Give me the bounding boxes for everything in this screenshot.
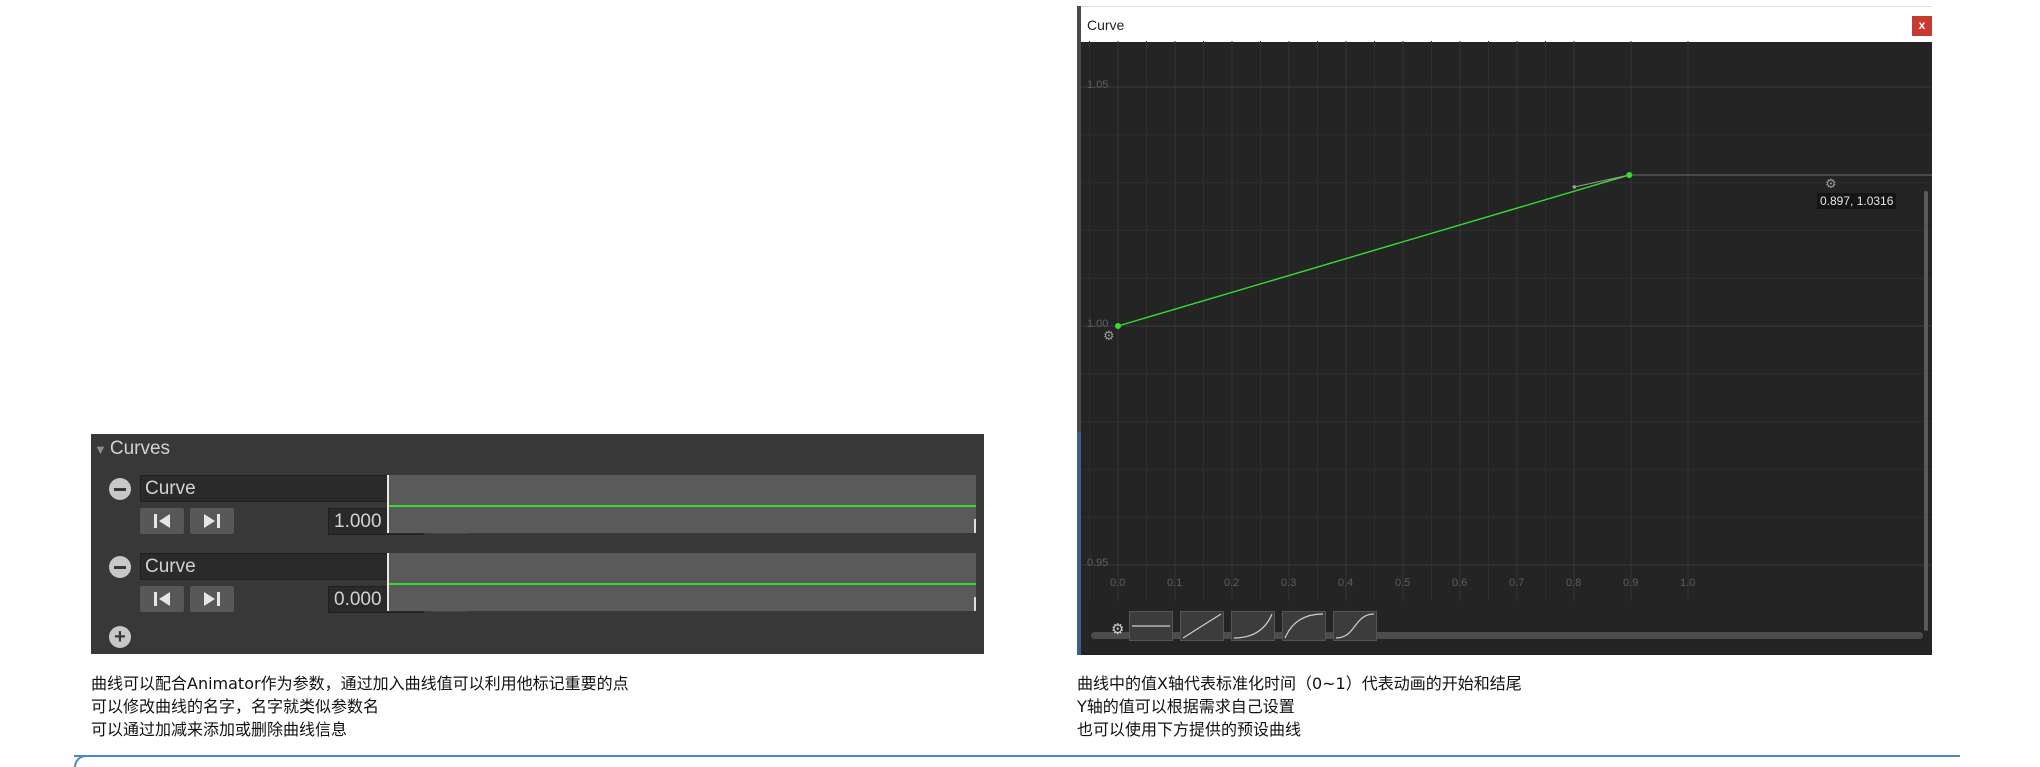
x-axis-tick-label: 0.3	[1281, 577, 1297, 589]
vertical-scrollbar[interactable]	[1924, 191, 1928, 631]
caption-line: 可以修改曲线的名字，名字就类似参数名	[91, 697, 380, 716]
curve-line	[1117, 174, 1630, 327]
right-caption: 曲线中的值X轴代表标准化时间（0~1）代表动画的开始和结尾 Y轴的值可以根据需求…	[1077, 672, 1522, 741]
curve-editor-window: Curve x 1.05 1.00 0.95 0.0 0.1 0.2 0.3 0.4 0.…	[1077, 6, 1932, 655]
next-key-icon	[204, 592, 220, 606]
caption-line: 也可以使用下方提供的预设曲线	[1077, 720, 1302, 739]
curve-preview-line	[389, 583, 976, 585]
x-axis-tick-label: 0.4	[1338, 577, 1354, 589]
x-axis-tick-label: 0.7	[1509, 577, 1525, 589]
y-axis-label: 0.95	[1087, 557, 1109, 569]
curve-entry: Curve 0.000	[91, 553, 984, 623]
curves-header-label: Curves	[109, 438, 171, 459]
y-axis-label: 1.05	[1087, 79, 1109, 91]
x-axis-tick-label: 0.5	[1395, 577, 1411, 589]
curve-preview-end-marker	[974, 597, 976, 611]
previous-key-icon	[154, 592, 170, 606]
curve-graph-svg[interactable]	[1081, 41, 1932, 601]
key-tangent-gear-icon[interactable]: ⚙	[1103, 328, 1119, 344]
key-value-tooltip: 0.897, 1.0316	[1817, 193, 1897, 209]
caption-line: 曲线可以配合Animator作为参数，通过加入曲线值可以利用他标记重要的点	[91, 674, 629, 693]
curve-entry: Curve 1.000	[91, 475, 984, 545]
window-title: Curve	[1087, 17, 1125, 33]
bottom-divider	[74, 755, 1960, 757]
curve-preview-field[interactable]	[387, 475, 976, 533]
x-axis-tick-label: 0.1	[1167, 577, 1183, 589]
preset-ease-in-out[interactable]	[1333, 611, 1377, 641]
window-titlebar[interactable]: Curve x	[1081, 6, 1932, 42]
previous-key-icon	[154, 514, 170, 528]
preset-ease-out[interactable]	[1282, 611, 1326, 641]
close-button[interactable]: x	[1912, 16, 1932, 36]
preset-curves-bar: ⚙	[1077, 611, 1932, 651]
x-axis-tick-label: 0.8	[1566, 577, 1582, 589]
caption-line: Y轴的值可以根据需求自己设置	[1077, 697, 1295, 716]
x-axis-tick-label: 0.9	[1623, 577, 1639, 589]
caption-line: 可以通过加减来添加或删除曲线信息	[91, 720, 348, 739]
curve-preview-end-marker	[974, 519, 976, 533]
preset-ease-in[interactable]	[1231, 611, 1275, 641]
remove-curve-button[interactable]	[109, 478, 131, 500]
preset-flat[interactable]	[1129, 611, 1173, 641]
next-key-button[interactable]	[190, 508, 234, 534]
tangent-handle-point	[1572, 185, 1577, 189]
curve-preview-line	[389, 505, 976, 507]
remove-curve-button[interactable]	[109, 556, 131, 578]
preset-settings-gear-icon[interactable]: ⚙	[1111, 620, 1124, 638]
preset-linear[interactable]	[1180, 611, 1224, 641]
add-curve-button[interactable]: +	[109, 626, 131, 648]
curve-preview-field[interactable]	[387, 553, 976, 611]
previous-key-button[interactable]	[140, 586, 184, 612]
x-axis-tick-label: 0.2	[1224, 577, 1240, 589]
curves-panel: ▼ Curves Curve 1.000 Curve 0.000 +	[91, 434, 984, 654]
tangent-handle-line	[1574, 174, 1630, 188]
next-key-button[interactable]	[190, 586, 234, 612]
x-axis-tick-label: 1.0	[1680, 577, 1696, 589]
x-axis-tick-label: 0.0	[1110, 577, 1126, 589]
caption-line: 曲线中的值X轴代表标准化时间（0~1）代表动画的开始和结尾	[1077, 674, 1522, 693]
foldout-triangle-icon[interactable]: ▼	[94, 442, 107, 457]
keyframe-point	[1626, 171, 1633, 178]
curve-graph-area[interactable]: 1.05 1.00 0.95 0.0 0.1 0.2 0.3 0.4 0.5 0.6 0.7 0…	[1081, 41, 1932, 639]
next-key-icon	[204, 514, 220, 528]
key-tangent-gear-icon[interactable]: ⚙	[1825, 176, 1841, 192]
previous-key-button[interactable]	[140, 508, 184, 534]
left-caption: 曲线可以配合Animator作为参数，通过加入曲线值可以利用他标记重要的点 可以…	[91, 672, 629, 741]
x-axis-tick-label: 0.6	[1452, 577, 1468, 589]
curves-foldout[interactable]: ▼ Curves	[91, 434, 984, 464]
